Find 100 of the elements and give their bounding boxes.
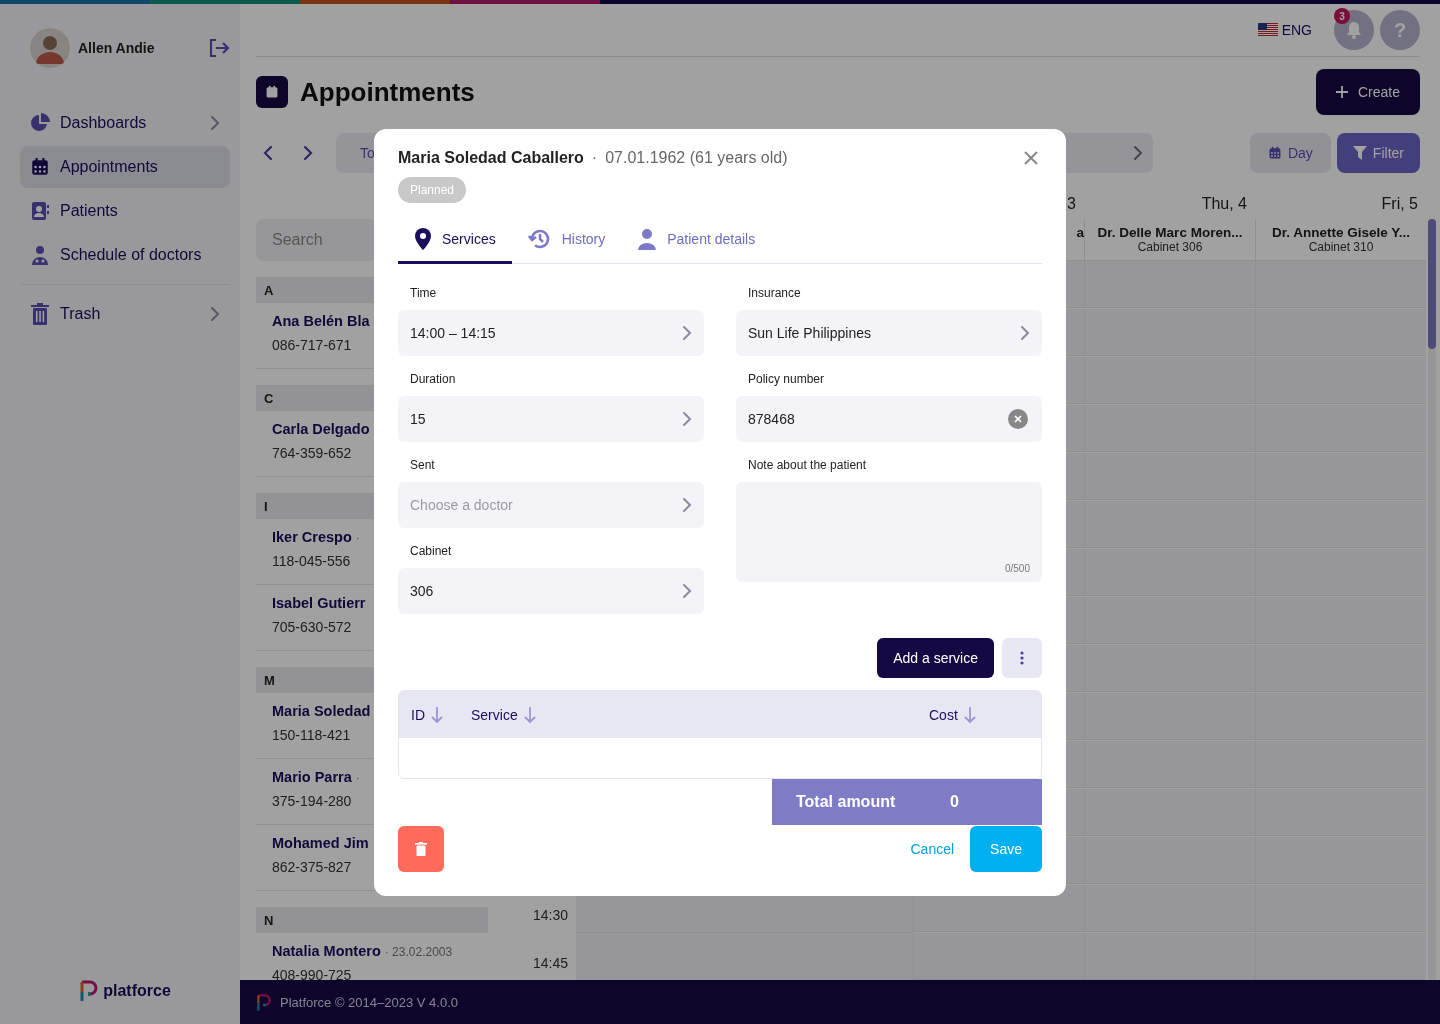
sort-arrow-icon[interactable] [963, 705, 976, 724]
field-label: Sent [409, 458, 436, 474]
patient-name[interactable]: Mario Parra [272, 769, 352, 785]
patient-phone: 375-194-280 [272, 793, 353, 809]
language-selector[interactable]: ENG [1257, 22, 1312, 38]
group-header: N [256, 907, 488, 933]
trash-icon [415, 842, 427, 856]
patient-phone: 705-630-572 [272, 619, 353, 635]
bell-icon [1346, 21, 1362, 39]
nav-item[interactable]: Trash [20, 293, 230, 335]
footer-text: Platforce © 2014–2023 V 4.0.0 [280, 994, 458, 1010]
chevron-right-icon[interactable] [302, 144, 313, 162]
trash-icon [30, 303, 50, 325]
doctor-name: Dr. Annette Gisele Y... [1270, 225, 1412, 240]
sort-arrow-icon[interactable] [523, 705, 536, 724]
field-label: Policy number [747, 372, 826, 388]
logo-icon [79, 979, 100, 1002]
notification-badge: 3 [1334, 8, 1350, 24]
patient-phone: 862-375-827 [272, 859, 353, 875]
patient-phone: 150-118-421 [272, 727, 352, 743]
patient-name[interactable]: Mohamed Jim [272, 835, 369, 851]
patient-birth-date: · 23.02.2003 [384, 945, 453, 959]
day-label: 3 [1067, 195, 1076, 212]
calendar-icon [30, 157, 50, 177]
chevron-right-icon [682, 497, 692, 513]
select-field[interactable]: 15 [398, 396, 704, 442]
patient-phone: 118-045-556 [272, 553, 352, 569]
tab[interactable]: Patient details [621, 217, 772, 264]
patient-birth-date: · [355, 771, 360, 785]
map-pin-icon [414, 228, 432, 250]
separator-dot: · [591, 149, 598, 167]
filter-button[interactable]: Filter [1336, 133, 1420, 173]
more-options-icon[interactable] [1002, 638, 1042, 678]
time-label: 14:30 [533, 907, 569, 923]
select-field[interactable]: 14:00 – 14:15 [398, 310, 704, 356]
notifications-button[interactable]: 3 [1334, 10, 1374, 50]
cabinet-label: Cabinet 306 [1136, 240, 1204, 254]
chevron-left-icon[interactable] [262, 144, 273, 162]
add-service-button[interactable]: Add a service [877, 638, 994, 678]
patient-phone: 408-990-725 [272, 967, 353, 980]
person-icon [637, 228, 658, 250]
field-label: Time [409, 286, 438, 302]
patient-name[interactable]: Ana Belén Bla [272, 313, 370, 329]
patient-name[interactable]: Maria Soledad [272, 703, 371, 719]
day-label: Thu, 4 [1201, 195, 1247, 212]
calendar-icon [1267, 146, 1282, 160]
delete-button[interactable] [398, 826, 444, 872]
doctor-icon [30, 245, 50, 265]
field-label: Insurance [747, 286, 802, 302]
field-label: Note about the patient [747, 458, 868, 474]
nav-item[interactable]: Patients [20, 190, 230, 232]
chevron-right-icon [1020, 325, 1030, 341]
field-label: Duration [409, 372, 457, 388]
contact-book-icon [30, 201, 50, 221]
chevron-right-icon [682, 583, 692, 599]
patient-phone: 764-359-652 [272, 445, 353, 461]
birth-date: 07.01.1962 (61 years old) [605, 149, 789, 167]
nav-item[interactable]: Dashboards [20, 102, 230, 144]
logo-icon [256, 992, 272, 1012]
tab[interactable]: History [511, 217, 622, 264]
doctor-name: Dr. Delle Marc Moren... [1096, 225, 1244, 240]
page-title: Appointments [300, 76, 476, 108]
scrollbar-thumb[interactable] [1428, 219, 1436, 349]
input-field[interactable]: 878468 [736, 396, 1042, 442]
history-icon [527, 227, 552, 251]
nav-item[interactable]: Schedule of doctors [20, 234, 230, 276]
chevron-right-icon [682, 411, 692, 427]
tab[interactable]: Services [398, 217, 512, 264]
time-label: 14:45 [533, 955, 569, 971]
chevron-right-icon [1132, 145, 1143, 161]
user-name: Allen Andie [78, 40, 156, 56]
note-field[interactable]: 0/500 [736, 482, 1042, 582]
day-label: Fri, 5 [1381, 195, 1418, 212]
patient-birth-date: · [355, 531, 360, 545]
nav-item[interactable]: Appointments [20, 146, 230, 188]
select-field[interactable]: 306 [398, 568, 704, 614]
select-field[interactable]: Sun Life Philippines [736, 310, 1042, 356]
calendar-icon [265, 85, 279, 99]
character-counter: 0/500 [1004, 563, 1030, 574]
logout-icon[interactable] [208, 38, 230, 58]
total-value: 0 [950, 793, 959, 811]
sort-arrow-icon[interactable] [431, 705, 443, 724]
cabinet-label: Cabinet 310 [1307, 240, 1375, 254]
column-header[interactable]: Service [471, 706, 518, 723]
view-button[interactable]: Day [1249, 133, 1331, 173]
patient-name[interactable]: Carla Delgado [272, 421, 370, 437]
patient-name[interactable]: Natalia Montero [272, 943, 381, 959]
avatar [30, 28, 70, 68]
patient-name[interactable]: Isabel Gutierr [272, 595, 366, 611]
patient-name: Maria Soledad Caballero [398, 149, 584, 167]
column-header[interactable]: ID [411, 706, 425, 723]
logo-text: platforce [103, 981, 171, 1000]
column-header[interactable]: Cost [929, 706, 958, 723]
total-label: Total amount [796, 793, 897, 811]
create-button[interactable]: Create [1315, 69, 1420, 115]
funnel-icon [1352, 146, 1367, 160]
patient-phone: 086-717-671 [272, 337, 353, 353]
patient-name[interactable]: Iker Crespo [272, 529, 352, 545]
field-label: Cabinet [409, 544, 453, 560]
doctor-name: a [1075, 225, 1084, 240]
